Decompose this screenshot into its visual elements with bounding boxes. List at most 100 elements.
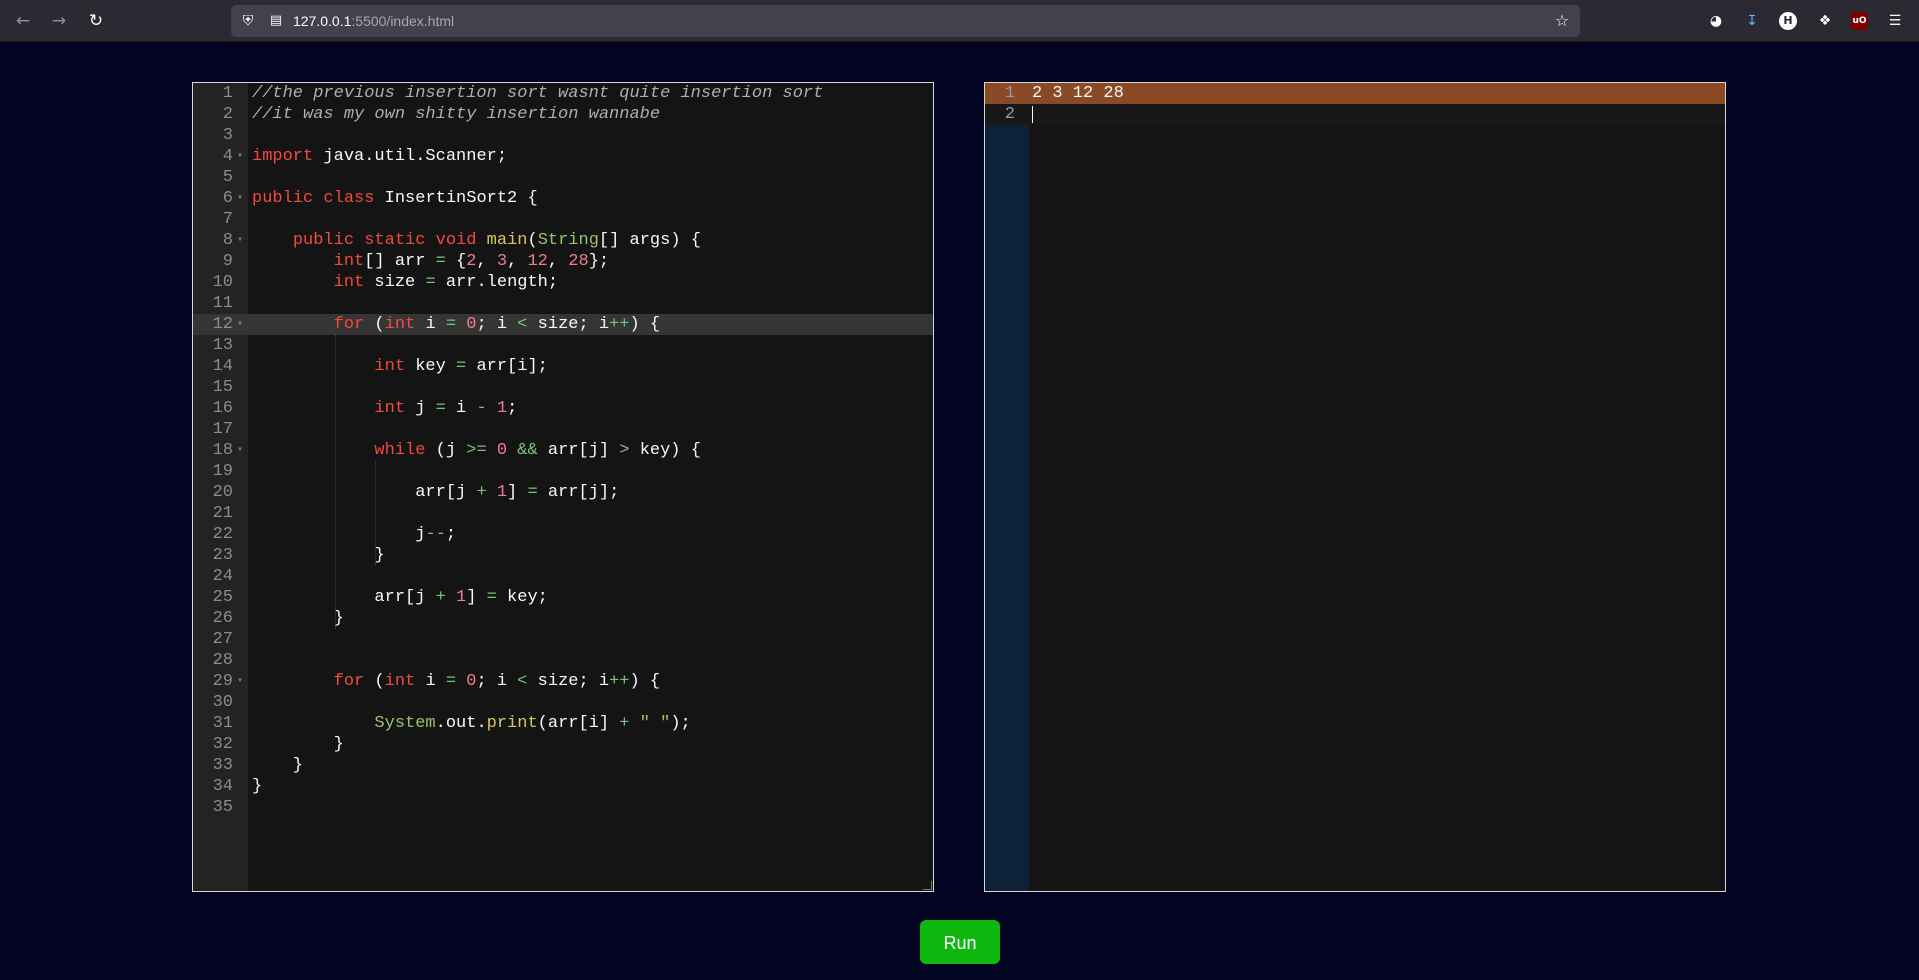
code-text: while (j >= 0 && arr[j] > key) { bbox=[374, 441, 701, 460]
code-line[interactable]: 33 } bbox=[193, 755, 933, 776]
bookmark-star-icon[interactable]: ☆ bbox=[1552, 11, 1572, 31]
line-number: 2 bbox=[222, 105, 233, 124]
code-line[interactable]: 19 bbox=[193, 461, 933, 482]
ublock-icon[interactable]: uO bbox=[1851, 12, 1868, 30]
code-text: } bbox=[252, 756, 304, 775]
code-lines[interactable]: 1 //the previous insertion sort wasnt qui… bbox=[193, 83, 933, 818]
line-number: 35 bbox=[212, 798, 233, 817]
forward-icon[interactable]: → bbox=[47, 10, 71, 32]
code-line[interactable]: 21 bbox=[193, 503, 933, 524]
code-line[interactable]: 15 bbox=[193, 377, 933, 398]
line-number: 2 bbox=[1004, 105, 1015, 124]
code-line[interactable]: 28 bbox=[193, 650, 933, 671]
text-cursor bbox=[1032, 106, 1033, 123]
output-lines[interactable]: 1 2 3 12 28 2 bbox=[985, 83, 1725, 125]
code-line[interactable]: 34} bbox=[193, 776, 933, 797]
code-text: } bbox=[252, 609, 344, 628]
line-number: 29 bbox=[212, 672, 233, 691]
code-text: arr[j + 1] = key; bbox=[252, 588, 548, 607]
code-line[interactable]: 9 int[] arr = {2, 3, 12, 28}; bbox=[193, 251, 933, 272]
fold-toggle-icon[interactable]: ▾ bbox=[237, 671, 243, 692]
code-editor[interactable]: 1 //the previous insertion sort wasnt qui… bbox=[192, 82, 934, 892]
code-line[interactable]: 12 ▾ for (int i = 0; i < size; i++) { bbox=[193, 314, 933, 335]
line-number: 3 bbox=[222, 126, 233, 145]
resize-handle-icon[interactable] bbox=[923, 881, 932, 890]
output-editor[interactable]: 1 2 3 12 28 2 bbox=[984, 82, 1726, 892]
code-text: int j = i - 1; bbox=[374, 399, 518, 418]
code-line[interactable]: 27 bbox=[193, 629, 933, 650]
code-line[interactable]: 10 int size = arr.length; bbox=[193, 272, 933, 293]
line-number: 23 bbox=[212, 546, 233, 565]
code-line[interactable]: 16 int j = i - 1; bbox=[193, 398, 933, 419]
code-line[interactable]: 3 bbox=[193, 125, 933, 146]
code-line[interactable]: 2 //it was my own shitty insertion wannab… bbox=[193, 104, 933, 125]
code-line[interactable]: 30 bbox=[193, 692, 933, 713]
fold-toggle-icon[interactable]: ▾ bbox=[237, 440, 243, 461]
code-text: System.out.print(arr[i] + " "); bbox=[374, 714, 691, 733]
indent-guide bbox=[334, 335, 336, 629]
code-text: //it was my own shitty insertion wannabe bbox=[252, 105, 661, 124]
code-line[interactable]: 4 ▾ import java.util.Scanner; bbox=[193, 146, 933, 167]
run-button[interactable]: Run bbox=[920, 920, 1000, 964]
menu-icon[interactable]: ☰ bbox=[1885, 11, 1905, 31]
output-line[interactable]: 1 2 3 12 28 bbox=[985, 83, 1725, 104]
address-bar[interactable]: ⛨ ▤ 127.0.0.1:5500/index.html ☆ bbox=[231, 5, 1580, 37]
fold-toggle-icon[interactable]: ▾ bbox=[237, 188, 243, 209]
code-line[interactable]: 26 } bbox=[193, 608, 933, 629]
output-gutter bbox=[985, 83, 1029, 891]
code-text: } bbox=[252, 777, 263, 796]
code-line[interactable]: 25 arr[j + 1] = key; bbox=[193, 587, 933, 608]
line-number: 30 bbox=[212, 693, 233, 712]
pocket-icon[interactable]: ◕ bbox=[1706, 11, 1726, 31]
code-line[interactable]: 7 bbox=[193, 209, 933, 230]
fold-toggle-icon[interactable]: ▾ bbox=[237, 230, 243, 251]
shield-icon[interactable]: ⛨ bbox=[239, 12, 257, 30]
line-number: 17 bbox=[212, 420, 233, 439]
code-line[interactable]: 17 bbox=[193, 419, 933, 440]
code-line[interactable]: 11 bbox=[193, 293, 933, 314]
code-text: int[] arr = {2, 3, 12, 28}; bbox=[333, 252, 610, 271]
url-text[interactable]: 127.0.0.1:5500/index.html bbox=[293, 5, 454, 37]
line-number: 16 bbox=[212, 399, 233, 418]
code-line[interactable]: 35 bbox=[193, 797, 933, 818]
line-number: 4 bbox=[222, 147, 233, 166]
code-text: public class InsertinSort2 { bbox=[252, 189, 538, 208]
code-line[interactable]: 18 ▾ while (j >= 0 && arr[j] > key) { bbox=[193, 440, 933, 461]
code-line[interactable]: 23 } bbox=[193, 545, 933, 566]
code-line[interactable]: 13 bbox=[193, 335, 933, 356]
line-number: 8 bbox=[222, 231, 233, 250]
download-icon[interactable]: ↧ bbox=[1742, 11, 1762, 31]
code-line[interactable]: 6 ▾ public class InsertinSort2 { bbox=[193, 188, 933, 209]
code-line[interactable]: 5 bbox=[193, 167, 933, 188]
code-line[interactable]: 24 bbox=[193, 566, 933, 587]
code-line[interactable]: 14 int key = arr[i]; bbox=[193, 356, 933, 377]
code-text: } bbox=[252, 735, 344, 754]
line-number: 14 bbox=[212, 357, 233, 376]
line-number: 13 bbox=[212, 336, 233, 355]
line-number: 5 bbox=[222, 168, 233, 187]
code-line[interactable]: 1 //the previous insertion sort wasnt qui… bbox=[193, 83, 933, 104]
fold-toggle-icon[interactable]: ▾ bbox=[237, 314, 243, 335]
code-line[interactable]: 8 ▾ public static void main(String[] args… bbox=[193, 230, 933, 251]
code-line[interactable]: 31 System.out.print(arr[i] + " "); bbox=[193, 713, 933, 734]
reload-icon[interactable]: ↻ bbox=[84, 10, 108, 32]
extensions-icon[interactable]: ❖ bbox=[1815, 11, 1835, 31]
fold-toggle-icon[interactable]: ▾ bbox=[237, 146, 243, 167]
code-text: j--; bbox=[252, 525, 457, 544]
back-icon[interactable]: ← bbox=[11, 10, 35, 32]
output-line[interactable]: 2 bbox=[985, 104, 1725, 125]
code-text: import java.util.Scanner; bbox=[252, 147, 508, 166]
code-line[interactable]: 20 arr[j + 1] = arr[j]; bbox=[193, 482, 933, 503]
code-line[interactable]: 32 } bbox=[193, 734, 933, 755]
line-number: 1 bbox=[222, 84, 233, 103]
line-number: 20 bbox=[212, 483, 233, 502]
url-host: 127.0.0.1 bbox=[293, 13, 352, 29]
line-number: 32 bbox=[212, 735, 233, 754]
code-line[interactable]: 22 j--; bbox=[193, 524, 933, 545]
line-number: 9 bbox=[222, 252, 233, 271]
code-text: int size = arr.length; bbox=[333, 273, 559, 292]
account-avatar-icon[interactable]: H bbox=[1779, 12, 1797, 30]
code-line[interactable]: 29 ▾ for (int i = 0; i < size; i++) { bbox=[193, 671, 933, 692]
page-info-icon[interactable]: ▤ bbox=[267, 12, 285, 30]
code-text: arr[j + 1] = arr[j]; bbox=[252, 483, 620, 502]
